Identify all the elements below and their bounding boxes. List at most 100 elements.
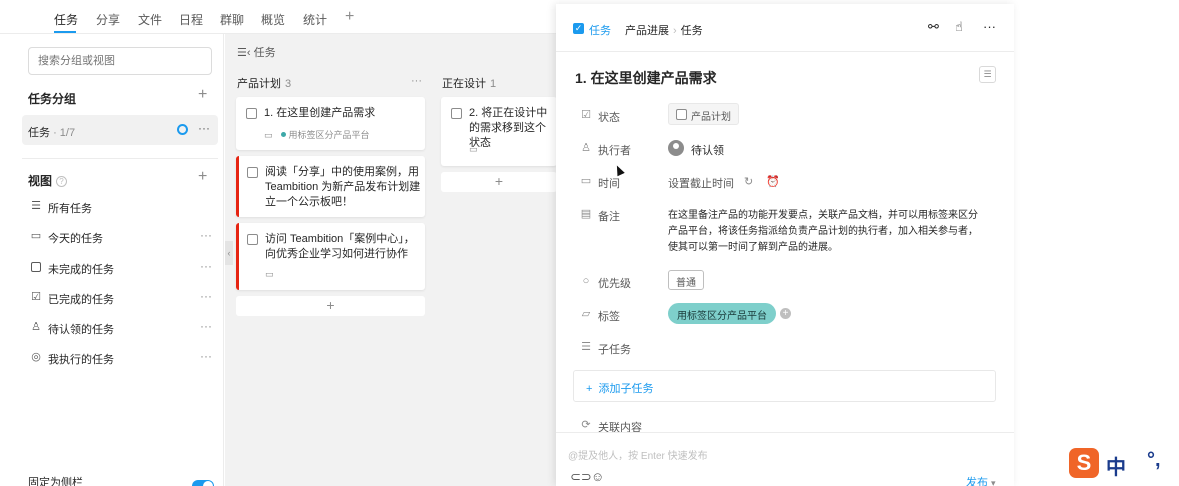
views-heading: 视图?	[28, 172, 68, 189]
task-checkbox[interactable]	[247, 167, 258, 178]
thumbs-up-icon[interactable]: ☝	[955, 19, 963, 35]
tab-tasks[interactable]: 任务	[54, 11, 78, 28]
task-checkbox[interactable]	[451, 108, 462, 119]
tab-overview[interactable]: 概览	[261, 11, 285, 28]
column-name: 正在设计	[442, 78, 486, 90]
add-subtask-label: + 添加子任务	[586, 383, 654, 395]
list-icon: ☰	[581, 341, 591, 353]
divider	[22, 158, 218, 159]
due-date-value[interactable]: 设置截止时间	[668, 175, 734, 191]
collapse-sidebar-handle[interactable]: ‹	[225, 241, 233, 265]
tab-files[interactable]: 文件	[138, 11, 162, 28]
ime-mode-label[interactable]: 中	[1106, 451, 1126, 480]
related-icon: ⟳	[581, 419, 591, 431]
more-icon[interactable]: ···	[200, 259, 212, 273]
task-checkbox[interactable]	[247, 234, 258, 245]
view-label: 今天的任务	[48, 233, 103, 245]
groups-title: 任务分组	[28, 92, 77, 106]
add-subtask-button[interactable]: + 添加子任务	[573, 370, 996, 402]
search-input[interactable]	[28, 47, 212, 75]
emoji-icon[interactable]: ☺	[591, 469, 604, 484]
task-card-title: 1. 在这里创建产品需求	[264, 107, 376, 119]
chevron-down-icon[interactable]: ▾	[991, 478, 996, 486]
note-icon: ▭	[469, 144, 478, 154]
view-item-today[interactable]: ▭ 今天的任务 ···	[30, 228, 216, 248]
assignee-value[interactable]: 待认领	[691, 142, 724, 158]
top-nav: 任务 分享 文件 日程 群聊 概览 统计 +	[0, 0, 556, 34]
note-text[interactable]: 在这里备注产品的功能开发要点，关联产品文档，并可以用标签来区分产品平台，将该任务…	[668, 208, 986, 256]
more-icon[interactable]: ···	[198, 121, 210, 135]
checkbox-checked-icon: ☑	[31, 291, 41, 303]
tag-pill[interactable]: 用标签区分产品平台	[668, 303, 776, 324]
breadcrumb-project[interactable]: 产品进展	[625, 25, 669, 37]
more-icon[interactable]: ···	[200, 349, 212, 363]
breadcrumb-label: 任务	[253, 47, 276, 59]
column-name: 产品计划	[237, 78, 281, 90]
task-card[interactable]: 2. 将正在设计中的需求移到这个状态 ▭	[441, 97, 557, 166]
task-outline-icon[interactable]: ☰	[979, 66, 996, 83]
calendar-icon: ▭	[580, 175, 592, 187]
field-label: 优先级	[598, 278, 631, 290]
add-task-button[interactable]: +	[236, 296, 425, 316]
attachment-icon[interactable]: ⊂⊃	[570, 469, 592, 485]
pin-sidebar-toggle[interactable]	[192, 480, 214, 486]
task-card[interactable]: 阅读「分享」中的使用案例，用 Teambition 为新产品发布计划建立一个公示…	[236, 156, 425, 217]
avatar[interactable]	[668, 140, 684, 156]
breadcrumb-item[interactable]: 任务	[681, 25, 703, 37]
more-icon[interactable]: ···	[983, 19, 996, 34]
checkbox-empty-icon	[31, 262, 41, 272]
view-item-unclaimed[interactable]: ♙ 待认领的任务 ···	[30, 319, 216, 339]
publish-button[interactable]: 发布 ▾	[966, 474, 996, 486]
field-label: 子任务	[598, 344, 631, 356]
view-label: 所有任务	[48, 203, 92, 215]
more-icon[interactable]: ···	[200, 228, 212, 242]
task-card-title: 2. 将正在设计中的需求移到这个状态	[469, 107, 548, 149]
link-icon[interactable]: ⚯	[928, 19, 939, 35]
add-task-button[interactable]: +	[441, 172, 557, 192]
more-icon[interactable]: ···	[200, 289, 212, 303]
view-item-completed[interactable]: ☑ 已完成的任务 ···	[30, 289, 216, 309]
alarm-icon[interactable]: ⏰	[766, 175, 780, 188]
group-item-tasks[interactable]: 任务 · 1/7 ···	[22, 115, 218, 145]
comment-input[interactable]: @提及他人，按 Enter 快速发布	[568, 447, 708, 462]
add-group-plus-icon[interactable]: +	[198, 86, 207, 104]
task-checkbox[interactable]	[246, 108, 257, 119]
task-card-title: 访问 Teambition「案例中心」，向优秀企业学习如何进行协作	[265, 233, 415, 260]
view-item-all[interactable]: ☰ 所有任务	[30, 198, 216, 218]
add-tag-icon[interactable]: +	[780, 308, 791, 319]
status-pill[interactable]: 产品计划	[668, 103, 739, 125]
tab-schedule[interactable]: 日程	[179, 11, 203, 28]
task-card[interactable]: 1. 在这里创建产品需求 ▭ 用标签区分产品平台	[236, 97, 425, 150]
task-detail-panel: ✓ 任务 产品进展 › 任务 ⚯ ☝ ··· 1. 在这里创建产品需求 ☰ ☑ 状态…	[556, 4, 1014, 486]
ime-punctuation-label[interactable]: °,	[1147, 449, 1161, 472]
tab-share[interactable]: 分享	[96, 11, 120, 28]
note-icon: ▤	[580, 208, 592, 220]
add-tab-plus-icon[interactable]: +	[345, 8, 354, 26]
task-card[interactable]: 访问 Teambition「案例中心」，向优秀企业学习如何进行协作 ▭	[236, 223, 425, 290]
column-count: 1	[490, 78, 497, 90]
more-icon[interactable]: ···	[200, 319, 212, 333]
priority-badge[interactable]: 普通	[668, 270, 704, 290]
task-title[interactable]: 1. 在这里创建产品需求	[575, 68, 717, 88]
repeat-icon[interactable]: ↻	[744, 175, 753, 188]
view-label: 我执行的任务	[48, 354, 114, 366]
task-type-check-icon: ✓	[573, 23, 584, 34]
priority-icon: ○	[582, 275, 590, 287]
sidebar: 任务分组 + 任务 · 1/7 ··· 视图? + ☰ 所有任务 ▭ 今天的任务…	[0, 34, 224, 486]
tag-icon: ▱	[581, 308, 591, 320]
active-tab-underline	[54, 31, 76, 33]
groups-heading: 任务分组	[28, 90, 76, 107]
view-item-incomplete[interactable]: 未完成的任务 ···	[30, 259, 216, 279]
task-type-label[interactable]: 任务	[589, 22, 611, 38]
column-title-plan: 产品计划 3	[237, 75, 291, 91]
progress-ring-icon	[177, 124, 188, 135]
tab-group-chat[interactable]: 群聊	[220, 11, 244, 28]
status-icon: ☑	[581, 109, 591, 121]
column-more-icon[interactable]: ···	[411, 75, 422, 87]
view-item-mine[interactable]: ◎ 我执行的任务 ···	[30, 349, 216, 369]
help-icon[interactable]: ?	[56, 176, 68, 187]
sogou-logo-icon[interactable]: S	[1069, 448, 1099, 478]
board-breadcrumb[interactable]: ☰‹ 任务	[237, 44, 276, 60]
add-view-plus-icon[interactable]: +	[198, 168, 207, 186]
tab-statistics[interactable]: 统计	[303, 11, 327, 28]
